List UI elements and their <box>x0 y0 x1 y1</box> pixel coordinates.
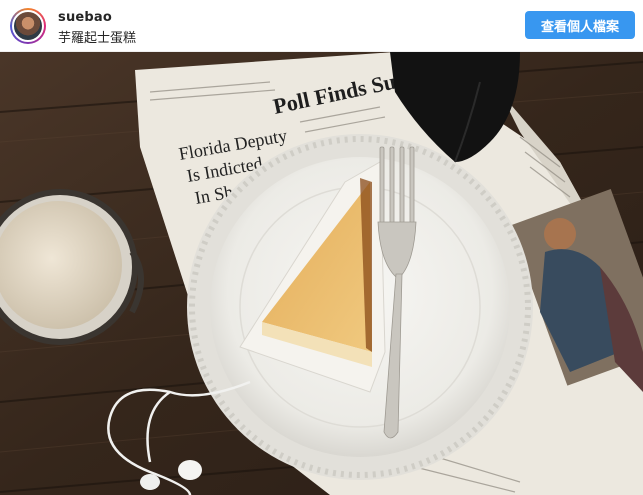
user-avatar[interactable] <box>10 8 46 44</box>
earbud <box>178 460 202 480</box>
cheesecake-photo-illustration: Poll Finds Suppo Florida Deputy Is Indic… <box>0 52 643 495</box>
post-photo: Poll Finds Suppo Florida Deputy Is Indic… <box>0 52 643 495</box>
view-profile-button[interactable]: 查看個人檔案 <box>525 11 635 39</box>
coffee-foam <box>0 201 122 329</box>
post-subtitle: 芋羅起士蛋糕 <box>58 31 137 46</box>
username[interactable]: suebao <box>58 10 112 25</box>
earbud-2 <box>140 474 160 490</box>
avatar-image <box>12 10 44 42</box>
post-header: suebao 芋羅起士蛋糕 查看個人檔案 <box>0 0 643 52</box>
